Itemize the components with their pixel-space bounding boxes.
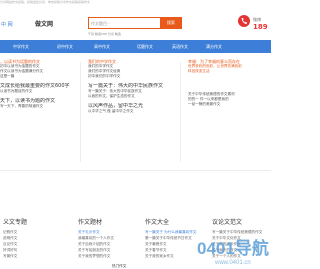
nav-item-3[interactable]: 高中作文 <box>94 44 110 50</box>
article-panel-3: 幸福：为了幸福的意义而存在 世界多彩的色彩，让世界充满色彩 科技改变生活 关于中… <box>188 59 271 163</box>
search-bar: 搜索 <box>88 17 182 29</box>
watermark-sub: www.0401.cn <box>214 260 251 266</box>
article-link[interactable]: 以中华之气 做 留中华之作文 <box>88 109 176 114</box>
nav-item-4[interactable]: 话题作文 <box>137 44 153 50</box>
phone-icon <box>238 15 250 27</box>
article-panel-1: ，以读书为话题的作文 初中以读书为话题的作文 作文以读书为话题满分作文 这是一篇… <box>0 59 76 163</box>
search-input[interactable] <box>91 19 161 28</box>
article-panel-2: 我们的中学作文 我们的中学作文 我们的中学作文经典 初中我们的中学作文 写一篇关… <box>88 59 176 163</box>
footer-column-title: 义文专题 <box>3 219 28 226</box>
footer-column-2: 作文题材 关于礼仪作文 我最喜欢的一个人作文 关于自我介绍的作文 关于写给朋友的… <box>78 218 114 259</box>
watermark-brand: 0401导航 <box>197 238 269 258</box>
hot-keywords[interactable]: 干货 精选TOP 分享 精选 <box>88 32 121 36</box>
site-name[interactable]: 做文网 <box>35 19 53 28</box>
article-link[interactable]: 科技改变生活 <box>188 69 271 74</box>
article-link[interactable]: 写一天下，青春的味道作文 <box>0 104 76 109</box>
friend-links-label: 热门作文 <box>112 264 127 268</box>
article-link[interactable]: 这是一篇 <box>0 74 76 79</box>
footer-column-title: 议论文范文 <box>212 219 243 226</box>
nav-item-2[interactable]: 初中作文 <box>57 44 73 50</box>
column-divider <box>180 62 181 162</box>
footer-column-title: 作文大全 <box>145 219 170 226</box>
footer-column-3: 作文大全 写一篇关于 为什么我最喜欢作文 第一篇关于中华传统节日作文 关于暑假作… <box>145 218 196 259</box>
article-link[interactable]: 初中我们的中学作文 <box>88 74 176 79</box>
nav-item-1[interactable]: 中学作文 <box>13 44 29 50</box>
phone-number: 189 <box>253 23 268 31</box>
article-link[interactable]: 以我的作文，保护生态的作文 <box>88 94 176 99</box>
main-nav: 中学作文 初中作文 高中作文 话题作文 英语作文 满分作文 <box>0 40 271 53</box>
nav-item-5[interactable]: 英语作文 <box>172 44 188 50</box>
column-divider <box>80 62 81 162</box>
section-divider <box>0 170 271 171</box>
footer-link[interactable]: 关于我的梦想的作文 <box>78 253 114 259</box>
footer-link[interactable]: 写景作文 <box>3 253 27 259</box>
article-link[interactable]: 一幼一静的美景作文 <box>188 102 271 107</box>
article-link[interactable]: 以读书为题目的作文 <box>0 89 76 94</box>
search-button[interactable]: 搜索 <box>160 17 182 29</box>
site-header: 中 网 做文网 搜索 干货 精选TOP 分享 精选 微博 189 <box>0 6 271 40</box>
footer-column-1: 义文专题 记叙作文 说明作文 议论作文 好词好句 写景作文 <box>3 218 27 259</box>
footer-column-title: 作文题材 <box>78 219 103 226</box>
watermark-logo: 0401导航 www.0401.cn <box>197 238 269 266</box>
nav-item-6[interactable]: 满分作文 <box>206 44 222 50</box>
site-logo[interactable]: 中 网 <box>1 21 13 28</box>
footer-link[interactable]: 关于我的家乡作文 <box>145 253 196 259</box>
